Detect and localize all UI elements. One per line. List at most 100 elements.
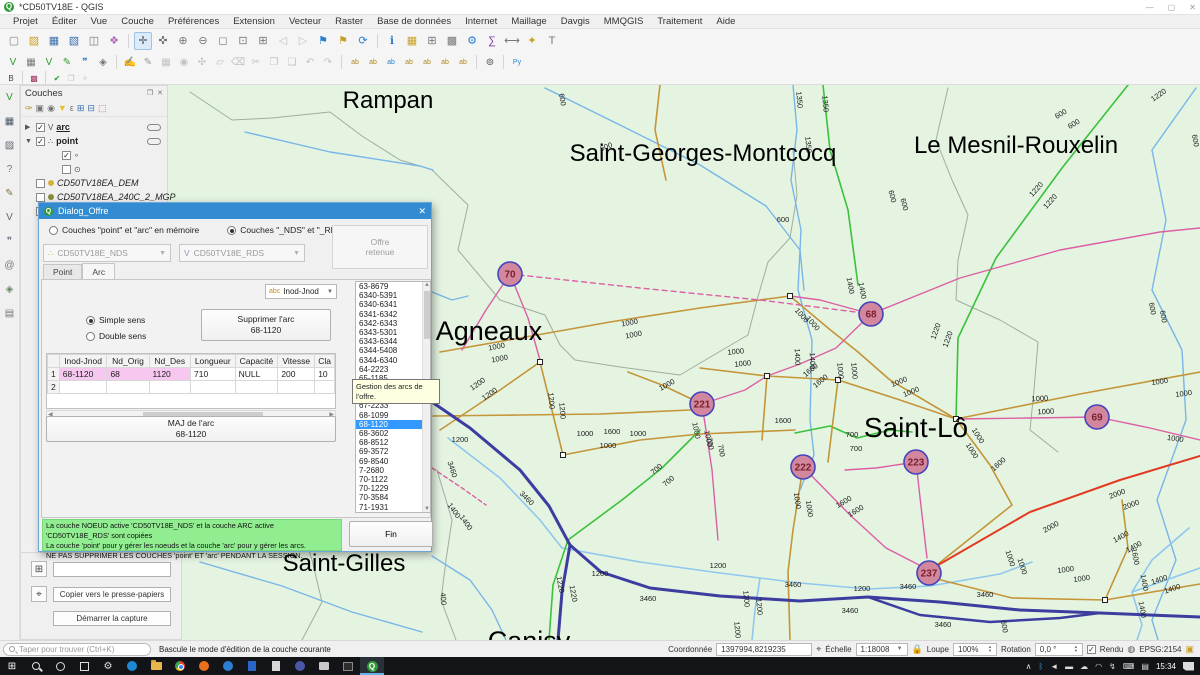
zoom-in-icon[interactable]: ⊕: [174, 32, 192, 50]
radio-memory[interactable]: Couches "point" et "arc" en mémoire: [49, 225, 199, 235]
zoom-out-icon[interactable]: ⊖: [194, 32, 212, 50]
plugin-faded-2-icon[interactable]: ✧: [79, 72, 91, 84]
text-annotation-icon[interactable]: T: [543, 32, 561, 50]
table-header-capacité[interactable]: Capacité: [235, 355, 278, 368]
menu-mmqgis[interactable]: MMQGIS: [597, 16, 651, 27]
arc-list-item[interactable]: 70-1229: [356, 484, 424, 493]
epsg-label[interactable]: EPSG:2154: [1139, 645, 1181, 654]
remove-layer-icon[interactable]: ⬚: [98, 103, 107, 114]
table-cell[interactable]: [278, 381, 315, 394]
vertex-tool-icon[interactable]: ✣: [194, 54, 210, 70]
arc-list-item[interactable]: 68-3602: [356, 429, 424, 438]
plugin-vector-1-icon[interactable]: V: [2, 90, 17, 105]
cut-features-icon[interactable]: ✂: [248, 54, 264, 70]
search-button[interactable]: [24, 657, 48, 675]
menu-davgis[interactable]: Davgis: [554, 16, 597, 27]
cortana-button[interactable]: [48, 657, 72, 675]
wifi-icon[interactable]: ◠: [1095, 662, 1102, 671]
map-node-237[interactable]: 237: [917, 561, 941, 585]
select-features-icon[interactable]: ▦: [403, 32, 421, 50]
save-project-as-icon[interactable]: ▧: [65, 32, 83, 50]
terminal-app[interactable]: [336, 657, 360, 675]
filter-by-expression-icon[interactable]: ε: [70, 103, 74, 113]
map-node-69[interactable]: 69: [1085, 405, 1109, 429]
open-project-icon[interactable]: ▨: [25, 32, 43, 50]
field-calculator-icon[interactable]: ▩: [443, 32, 461, 50]
paste-features-icon[interactable]: ❑: [284, 54, 300, 70]
panel-undock-icon[interactable]: ❐: [147, 89, 153, 97]
tray-expand[interactable]: ∧: [1026, 662, 1032, 671]
expand-all-icon[interactable]: ⊞: [77, 103, 85, 114]
attribute-table-icon[interactable]: ⊞: [423, 32, 441, 50]
arc-list-item[interactable]: 6344-6340: [356, 356, 424, 365]
redo-icon[interactable]: ↷: [320, 54, 336, 70]
menu-maillage[interactable]: Maillage: [504, 16, 553, 27]
add-feature-icon[interactable]: ◉: [176, 54, 192, 70]
layer-visibility-checkbox[interactable]: [36, 193, 45, 202]
layer-diagram-icon[interactable]: ab: [365, 54, 381, 70]
table-header-inod-jnod[interactable]: Inod-Jnod: [59, 355, 107, 368]
refresh-map-icon[interactable]: ⟳: [354, 32, 372, 50]
sort-field-combo[interactable]: abc Inod-Jnod ▼: [265, 284, 337, 299]
plugin-help-icon[interactable]: ?: [2, 162, 17, 177]
rotate-label-icon[interactable]: ab: [437, 54, 453, 70]
arc-list-item[interactable]: 70-1122: [356, 475, 424, 484]
table-header-vitesse[interactable]: Vitesse: [278, 355, 315, 368]
new-project-icon[interactable]: ▢: [5, 32, 23, 50]
arc-list-item[interactable]: 69-3572: [356, 447, 424, 456]
georeferencer-icon[interactable]: ⊚: [482, 54, 498, 70]
table-cell[interactable]: 710: [190, 368, 235, 381]
arc-list-item[interactable]: 70-3584: [356, 493, 424, 502]
rotation-spinner[interactable]: 0,0 °▲▼: [1035, 643, 1083, 656]
firefox-app[interactable]: [192, 657, 216, 675]
table-cell[interactable]: 68: [107, 368, 149, 381]
copy-features-icon[interactable]: ❐: [266, 54, 282, 70]
dialog-close-icon[interactable]: ✕: [418, 206, 426, 217]
table-cell[interactable]: [149, 381, 190, 394]
add-group-icon[interactable]: ▣: [36, 103, 45, 114]
zoom-next-icon[interactable]: ▷: [294, 32, 312, 50]
plugin-grid-icon[interactable]: ▦: [2, 114, 17, 129]
menu-aide[interactable]: Aide: [709, 16, 742, 27]
offre-retenue-button[interactable]: Offreretenue: [332, 225, 428, 269]
teams-app[interactable]: [288, 657, 312, 675]
plugin-check-icon[interactable]: ✔: [51, 72, 63, 84]
processing-toolbox-icon[interactable]: ⚙: [463, 32, 481, 50]
arc-list-item[interactable]: 69-8540: [356, 457, 424, 466]
plugin-faded-1-icon[interactable]: ❒: [65, 72, 77, 84]
layer-visibility-checkbox[interactable]: [62, 165, 71, 174]
radio-simple-sens[interactable]: Simple sens: [86, 315, 146, 325]
layer-labeling-icon[interactable]: ab: [347, 54, 363, 70]
layer-item-cd50tv18ea_dem[interactable]: CD50TV18EA_DEM: [21, 176, 167, 190]
power-icon[interactable]: ↯: [1109, 662, 1116, 671]
tab-point[interactable]: Point: [43, 264, 82, 280]
menu-vecteur[interactable]: Vecteur: [282, 16, 328, 27]
clock[interactable]: 15:34: [1156, 662, 1176, 671]
arc-list-item[interactable]: 71-1931: [356, 503, 424, 512]
render-checkbox[interactable]: ✓: [1087, 645, 1096, 654]
current-edits-icon[interactable]: ✍: [122, 54, 138, 70]
calculator-app[interactable]: [264, 657, 288, 675]
arc-list-item[interactable]: 6343-6344: [356, 337, 424, 346]
table-cell[interactable]: [235, 381, 278, 394]
layer-item[interactable]: ✓∘: [21, 148, 167, 162]
delete-selected-icon[interactable]: ⌫: [230, 54, 246, 70]
map-node-221[interactable]: 221: [690, 392, 714, 416]
arc-list-item[interactable]: 6343-5301: [356, 328, 424, 337]
plugin-diamond-icon[interactable]: ◈: [2, 282, 17, 297]
menu-vue[interactable]: Vue: [84, 16, 115, 27]
zoom-full-icon[interactable]: ◻: [214, 32, 232, 50]
start-button[interactable]: ⊞: [0, 657, 24, 675]
explorer-app[interactable]: [144, 657, 168, 675]
layer-item-arc[interactable]: ▶✓Varc: [21, 120, 167, 134]
scale-combo[interactable]: 1:18008▼: [856, 643, 908, 656]
edge-app[interactable]: [120, 657, 144, 675]
rds-layer-combo[interactable]: VCD50TV18E_RDS▼: [179, 244, 305, 262]
maximize-button[interactable]: ▢: [1168, 0, 1176, 15]
add-vector-layer-icon[interactable]: V: [5, 54, 21, 70]
qgis-app[interactable]: Q: [360, 657, 384, 675]
python-console-icon[interactable]: Py: [509, 54, 525, 70]
raster-pattern-plugin-icon[interactable]: ▩: [28, 72, 40, 84]
save-project-icon[interactable]: ▦: [45, 32, 63, 50]
notification-center-icon[interactable]: [1183, 662, 1194, 671]
